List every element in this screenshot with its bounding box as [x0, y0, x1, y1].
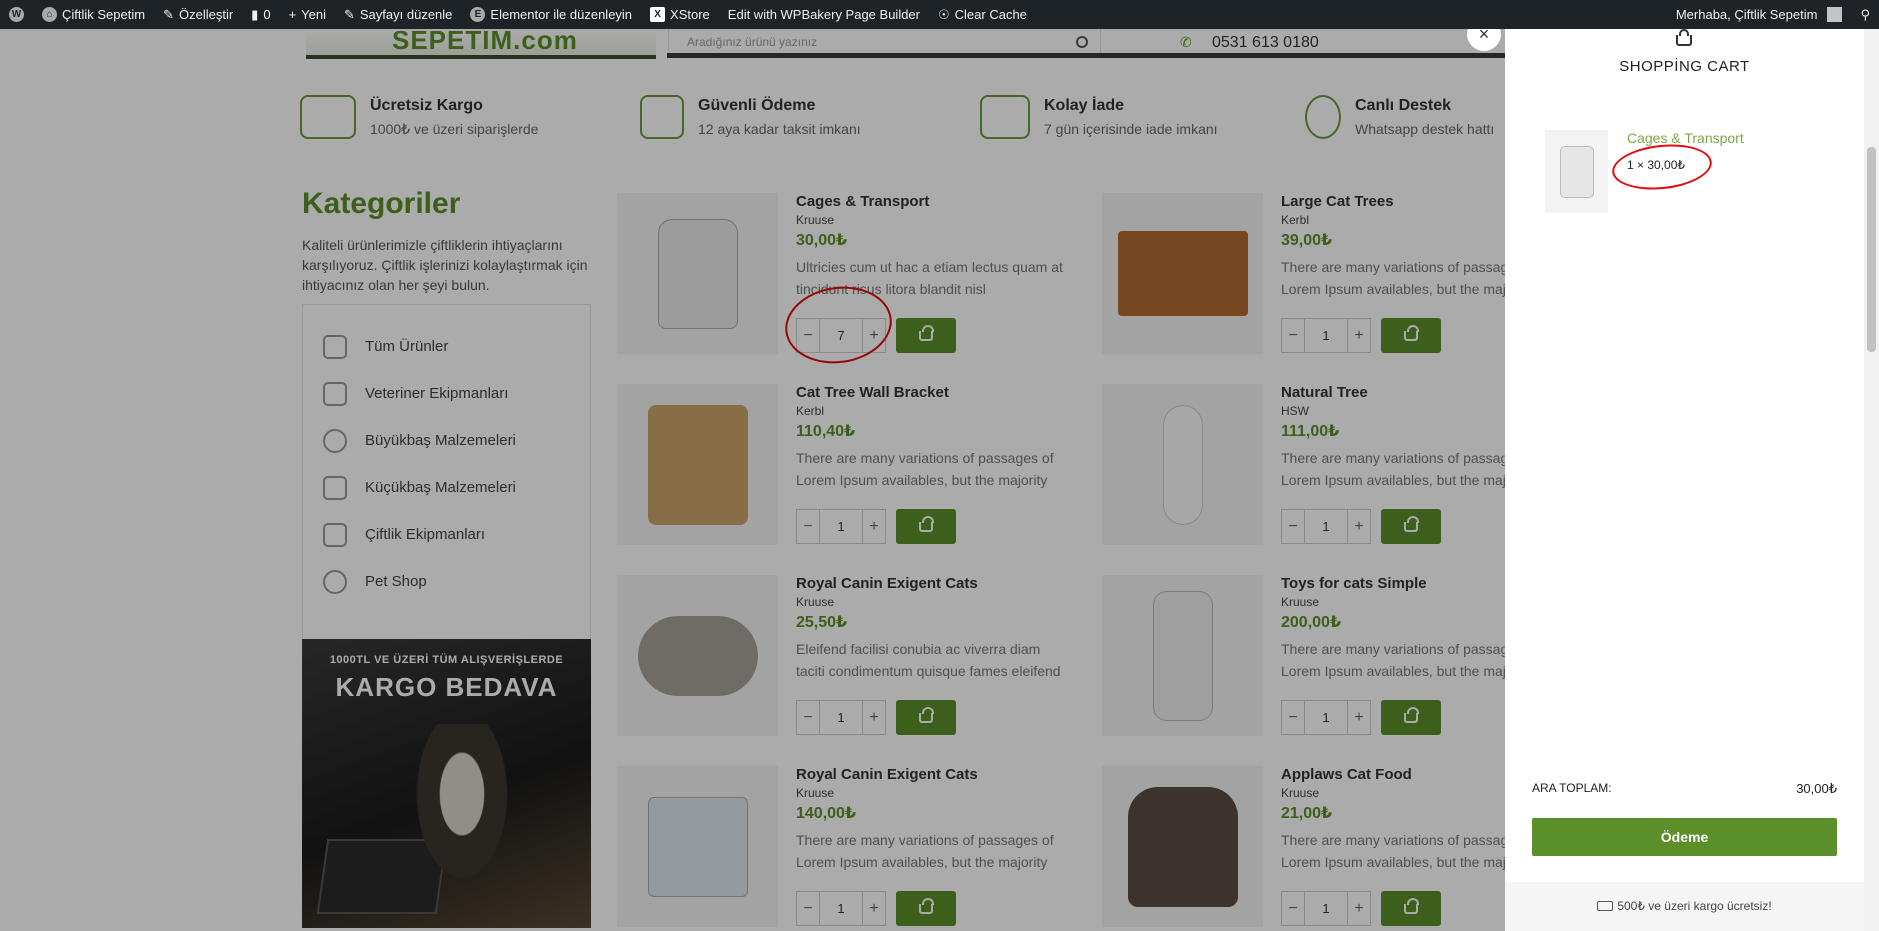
wpbakery-edit-link[interactable]: Edit with WPBakery Page Builder	[719, 0, 929, 29]
new-content-link[interactable]: + Yeni	[280, 0, 335, 29]
brush-icon: ✎	[163, 6, 174, 22]
subtotal-value: 30,00₺	[1796, 781, 1837, 796]
search-icon: ⚲	[1860, 6, 1870, 22]
truck-icon	[1597, 901, 1614, 911]
xstore-link[interactable]: X XStore	[641, 0, 719, 29]
cart-title: SHOPPİNG CART	[1619, 58, 1750, 75]
scrollbar-thumb[interactable]	[1867, 147, 1876, 352]
checkout-button[interactable]: Ödeme	[1532, 818, 1837, 856]
elementor-edit-link[interactable]: E Elementor ile düzenleyin	[461, 0, 641, 29]
admin-search-button[interactable]: ⚲	[1851, 0, 1879, 29]
comments-link[interactable]: ▮ 0	[242, 0, 279, 29]
avatar	[1827, 7, 1843, 22]
annotation-circle-cart-qty	[1609, 139, 1715, 195]
clear-cache-link[interactable]: ☉ Clear Cache	[929, 0, 1036, 29]
shopping-cart-panel: × SHOPPİNG CART Cages & Transport 1 × 30…	[1467, 17, 1864, 931]
edit-page-link[interactable]: ✎ Sayfayı düzenle	[335, 0, 461, 29]
elementor-icon: E	[470, 7, 486, 22]
plus-icon: +	[288, 7, 297, 22]
cache-icon: ☉	[938, 6, 950, 22]
wp-admin-bar: W ⌂ Çiftlik Sepetim ✎ Özelleştir ▮ 0 + Yeni …	[0, 0, 1879, 29]
page-scrollbar[interactable]	[1864, 29, 1879, 931]
xstore-icon: X	[650, 7, 666, 22]
cart-item-name[interactable]: Cages & Transport	[1627, 130, 1744, 146]
customize-link[interactable]: ✎ Özelleştir	[154, 0, 242, 29]
cart-footer: 500₺ ve üzeri kargo ücretsiz!	[1505, 882, 1864, 931]
cart-item-image[interactable]	[1545, 130, 1608, 213]
pencil-icon: ✎	[343, 6, 355, 22]
site-name-link[interactable]: ⌂ Çiftlik Sepetim	[33, 0, 154, 29]
wordpress-logo-button[interactable]: W	[0, 0, 33, 29]
my-account-link[interactable]: Merhaba, Çiftlik Sepetim	[1667, 0, 1852, 29]
cart-backdrop-overlay[interactable]	[0, 29, 1505, 931]
wordpress-icon: W	[9, 7, 24, 22]
home-icon: ⌂	[42, 7, 57, 22]
basket-icon	[1674, 29, 1694, 47]
subtotal-label: ARA TOPLAM:	[1532, 781, 1612, 795]
comment-icon: ▮	[251, 6, 259, 22]
